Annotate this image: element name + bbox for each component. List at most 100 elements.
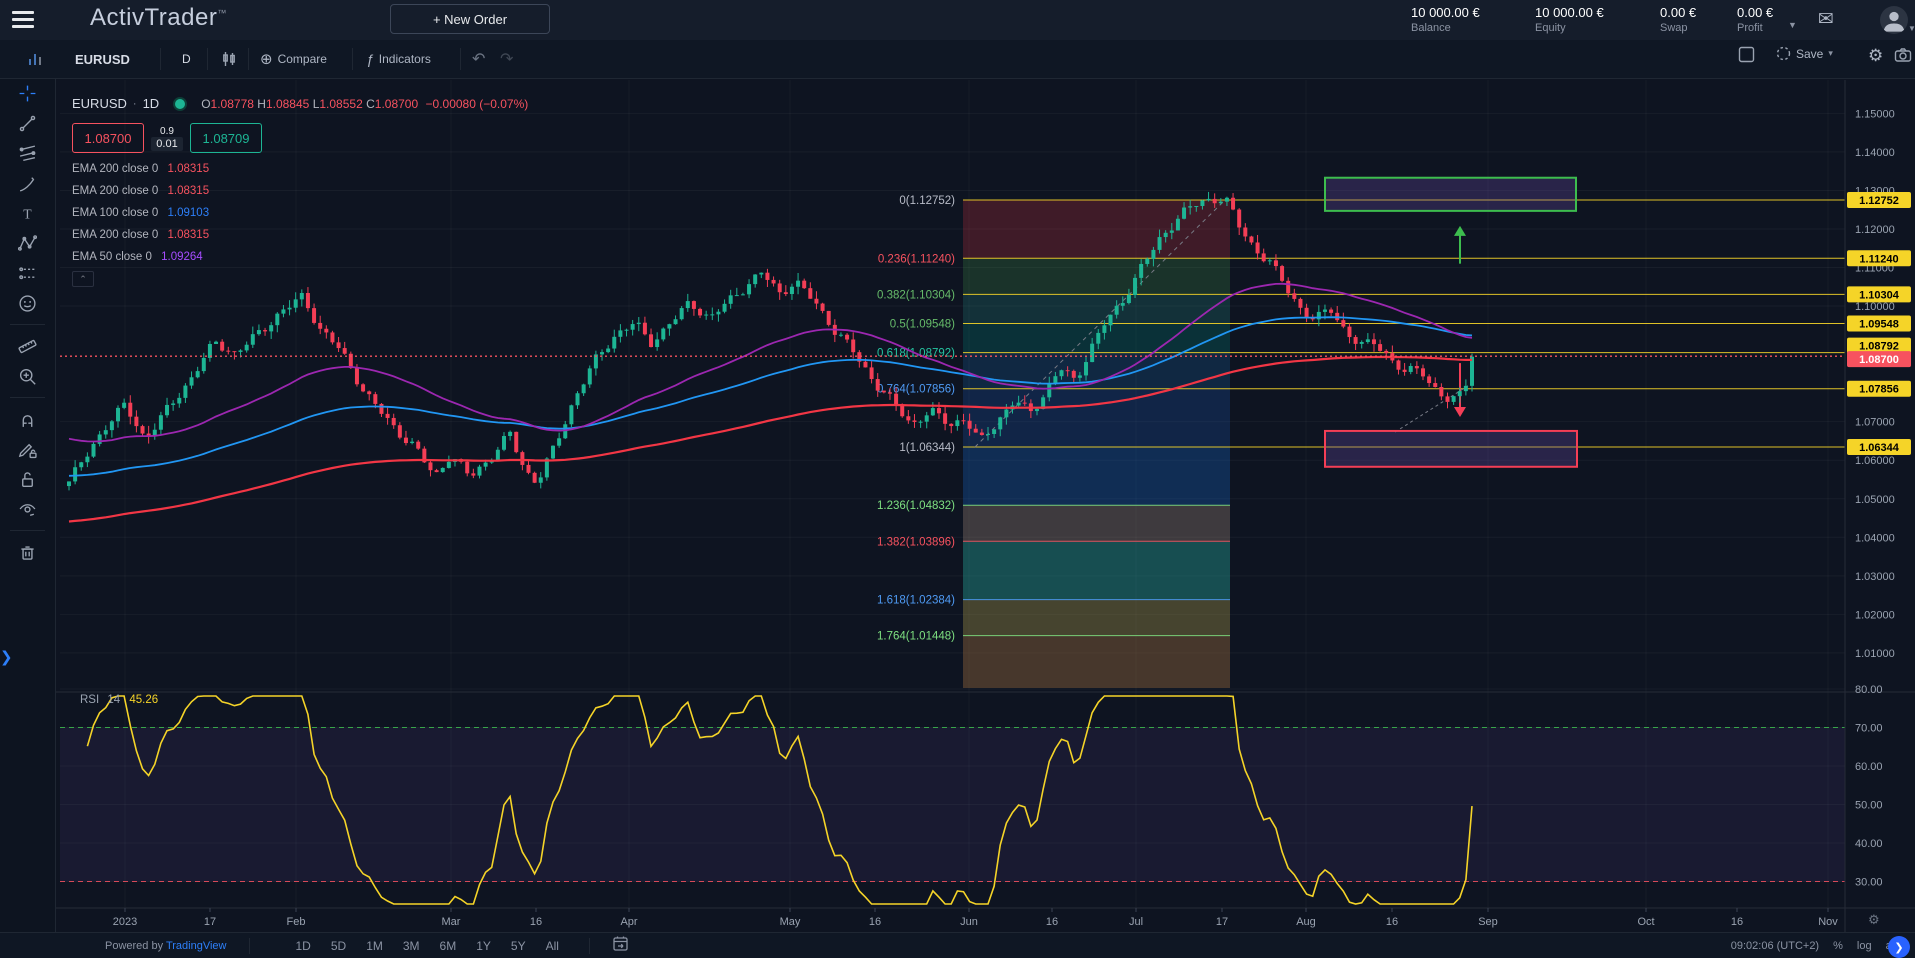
ema-200-line[interactable] [69,357,1472,522]
magnet-icon[interactable] [0,404,55,434]
bid-ask-row: 1.08700 0.9 0.01 1.08709 [72,123,528,153]
compare-button[interactable]: ⊕ Compare [260,40,327,78]
svg-text:1.09548: 1.09548 [1859,318,1899,330]
measure-icon[interactable] [0,331,55,361]
interval-button[interactable]: D [182,40,191,78]
remove-drawings-icon[interactable] [0,537,55,567]
ema-100-line[interactable] [69,317,1472,476]
zoom-in-icon[interactable] [0,361,55,391]
svg-text:17: 17 [204,916,216,928]
save-button[interactable]: Save ▾ [1776,46,1833,61]
settings-gear-icon[interactable]: ⚙ [1868,46,1883,66]
avatar[interactable] [1880,6,1908,34]
text-icon[interactable]: T [0,198,55,228]
camera-icon[interactable] [1894,46,1912,64]
fib-retracement-icon[interactable] [0,138,55,168]
range-button-5y[interactable]: 5Y [503,937,534,955]
crosshair-icon[interactable] [0,78,55,108]
brush-icon[interactable] [0,168,55,198]
fib-price-tag: 1.09548 [1847,315,1911,331]
footer-bar: Powered by TradingView 1D5D1M3M6M1Y5YAll… [0,932,1915,958]
fib-retracement[interactable] [963,200,1230,688]
time-axis[interactable]: 202317FebMar16AprMay16Jun16Jul17Aug16Sep… [113,908,1839,928]
cloud-sync-icon [1776,46,1791,61]
svg-text:Jun: Jun [960,916,978,928]
redo-icon[interactable]: ↷ [500,40,513,78]
range-button-5d[interactable]: 5D [323,937,354,955]
balance-label: Balance [1411,22,1480,34]
layout-icon[interactable] [1738,46,1755,63]
svg-text:1.01000: 1.01000 [1855,648,1895,660]
percent-scale-button[interactable]: % [1833,940,1843,952]
menu-icon[interactable] [12,11,34,28]
tradingview-link[interactable]: TradingView [166,940,227,952]
timeaxis-gear-icon[interactable]: ⚙ [1868,912,1880,928]
hide-drawings-icon[interactable] [0,494,55,524]
range-button-1y[interactable]: 1Y [468,937,499,955]
new-order-button[interactable]: + New Order [390,4,550,34]
chart-toolbar: EURUSD D ⊕ Compare ƒ Indicators ↶ ↷ [0,40,1915,79]
go-to-date-icon[interactable] [612,935,629,957]
account-caret-icon[interactable]: ▼ [1788,20,1797,30]
svg-text:0.5(1.09548): 0.5(1.09548) [890,318,955,330]
collapse-legend-button[interactable]: ⌃ [72,271,94,287]
legend-title[interactable]: EURUSD · 1D O1.08778 H1.08845 L1.08552 C… [72,96,528,111]
range-button-1m[interactable]: 1M [358,937,391,955]
chart-bars-icon[interactable] [26,40,44,78]
range-button-3m[interactable]: 3M [395,937,428,955]
indicator-name: EMA 200 close 0 [72,229,158,241]
indicator-row[interactable]: EMA 200 close 0 1.08315 [72,163,528,175]
svg-text:May: May [780,916,801,928]
save-caret-icon: ▾ [1828,48,1833,59]
demand-zone[interactable] [1325,431,1577,467]
indicator-legend-rows: EMA 200 close 0 1.08315EMA 200 close 0 1… [72,163,528,263]
swap-label: Swap [1660,22,1696,34]
drawing-mode-icon[interactable] [0,434,55,464]
log-scale-button[interactable]: log [1857,940,1872,952]
xabcd-pattern-icon[interactable] [0,228,55,258]
toolb-divider [10,530,45,531]
last-price-tag: 1.08700 [1847,351,1911,367]
price-axis[interactable]: 1.150001.140001.130001.120001.110001.100… [1855,108,1895,888]
mail-icon[interactable]: ✉ [1818,8,1834,31]
avatar-caret-icon[interactable]: ▼ [1908,24,1915,33]
indicators-button[interactable]: ƒ Indicators [366,40,431,78]
rsi-value: 45.26 [129,694,158,706]
emoji-icon[interactable] [0,288,55,318]
svg-text:1.06344: 1.06344 [1859,442,1900,454]
toolb-divider [10,324,45,325]
clock: 09:02:06 (UTC+2) [1731,940,1819,952]
range-button-1d[interactable]: 1D [288,937,319,955]
trend-line-icon[interactable] [0,108,55,138]
drawing-toolbar: T [0,78,56,932]
svg-text:Feb: Feb [287,916,306,928]
symbol-button[interactable]: EURUSD [75,40,130,78]
balance-stat: 10 000.00 € Balance [1411,5,1480,34]
object-tree-chevron-icon[interactable]: ❯ [0,648,13,666]
lock-all-icon[interactable] [0,464,55,494]
indicator-name: EMA 200 close 0 [72,163,158,175]
ema-50-line[interactable] [69,284,1472,442]
svg-text:16: 16 [869,916,881,928]
rsi-legend[interactable]: RSI 14 45.26 [80,694,158,706]
range-button-6m[interactable]: 6M [432,937,465,955]
indicator-row[interactable]: EMA 200 close 0 1.08315 [72,185,528,197]
svg-text:50.00: 50.00 [1855,800,1883,812]
range-button-all[interactable]: All [538,937,567,955]
equity-value: 10 000.00 € [1535,5,1604,20]
svg-text:Nov: Nov [1818,916,1838,928]
undo-icon[interactable]: ↶ [472,40,485,78]
indicator-row[interactable]: EMA 50 close 0 1.09264 [72,251,528,263]
buy-button[interactable]: 1.08709 [190,123,262,153]
legend-symbol: EURUSD [72,96,127,111]
indicator-value: 1.08315 [168,163,210,175]
sell-button[interactable]: 1.08700 [72,123,144,153]
assistant-fab-button[interactable]: ❯ [1888,936,1910,958]
indicator-value: 1.08315 [168,229,210,241]
chart-style-icon[interactable] [220,40,238,78]
indicator-row[interactable]: EMA 200 close 0 1.08315 [72,229,528,241]
forecast-icon[interactable] [0,258,55,288]
supply-zone[interactable] [1325,178,1576,211]
fib-price-tag: 1.10304 [1847,286,1911,302]
indicator-row[interactable]: EMA 100 close 0 1.09103 [72,207,528,219]
